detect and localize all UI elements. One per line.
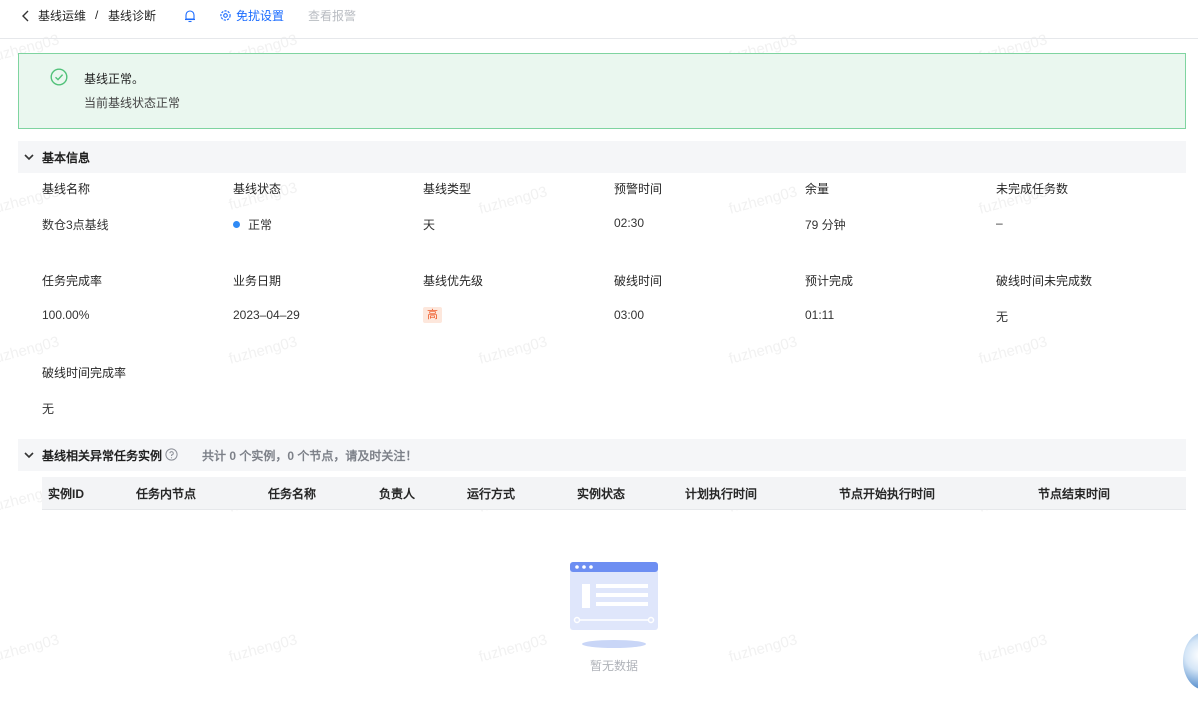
breadcrumb-item-baseline-diagnosis: 基线诊断	[108, 9, 157, 23]
watermark: fuzheng03	[476, 631, 550, 666]
breadcrumb-item-baseline-ops[interactable]: 基线运维	[38, 8, 86, 24]
field-label: 基线名称	[42, 182, 91, 196]
assistant-float-button[interactable]	[1183, 632, 1198, 690]
column-header-planned-time[interactable]: 计划执行时间	[685, 485, 757, 502]
watermark: fuzheng03	[476, 183, 550, 218]
column-header-instance-id[interactable]: 实例ID	[48, 485, 84, 502]
exempt-settings-button[interactable]: 免扰设置	[236, 8, 284, 24]
field-label: 预计完成	[805, 274, 854, 288]
break-unfinished-value: 无	[996, 310, 1009, 324]
watermark: fuzheng03	[226, 631, 300, 666]
break-completion-rate-value: 无	[42, 402, 55, 416]
field-label: 基线状态	[233, 182, 282, 196]
priority-tag: 高	[423, 307, 442, 323]
baseline-type-value: 天	[423, 218, 436, 232]
watermark: fuzheng03	[726, 333, 800, 368]
field-label: 任务完成率	[42, 274, 103, 288]
column-header-inner-node[interactable]: 任务内节点	[136, 485, 196, 502]
empty-state-text: 暂无数据	[590, 659, 639, 673]
abnormal-summary: 共计 0 个实例，0 个节点，请及时关注！	[202, 449, 418, 463]
completion-rate-value: 100.00%	[42, 308, 90, 322]
column-header-start-time[interactable]: 节点开始执行时间	[839, 485, 935, 502]
watermark: fuzheng03	[726, 631, 800, 666]
status-alert: 基线正常。 当前基线状态正常	[18, 53, 1186, 129]
unfinished-tasks-value: –	[996, 216, 1003, 230]
status-dot	[233, 221, 240, 228]
top-bar: 基线运维 / 基线诊断 免扰设置 查看报警	[0, 0, 1198, 39]
section-basic-info-header[interactable]: 基本信息	[18, 141, 1186, 173]
field-label: 破线时间完成率	[42, 366, 127, 380]
field-label: 预警时间	[614, 182, 663, 196]
column-header-run-mode[interactable]: 运行方式	[467, 485, 515, 502]
alert-description: 当前基线状态正常	[84, 96, 181, 110]
field-label: 基线优先级	[423, 274, 484, 288]
section-title: 基线相关异常任务实例	[42, 449, 163, 463]
gear-icon	[220, 10, 231, 21]
margin-value: 79 分钟	[805, 218, 846, 232]
baseline-name-value: 数仓3点基线	[42, 218, 109, 232]
baseline-status-value: 正常	[233, 216, 272, 233]
column-header-task-name[interactable]: 任务名称	[268, 485, 316, 502]
field-label: 破线时间未完成数	[996, 274, 1093, 288]
breadcrumb-separator: /	[95, 8, 99, 22]
field-label: 余量	[805, 182, 830, 196]
field-label: 破线时间	[614, 274, 663, 288]
field-label: 基线类型	[423, 182, 472, 196]
chevron-down-icon	[24, 452, 34, 459]
watermark: fuzheng03	[976, 631, 1050, 666]
check-circle-icon	[50, 68, 68, 86]
watermark: fuzheng03	[226, 333, 300, 368]
help-circle-icon[interactable]	[165, 448, 178, 461]
watermark: fuzheng03	[0, 333, 62, 368]
warning-time-value: 02:30	[614, 216, 645, 230]
field-label: 业务日期	[233, 274, 282, 288]
section-abnormal-tasks-header[interactable]: 基线相关异常任务实例 共计 0 个实例，0 个节点，请及时关注！	[18, 439, 1186, 471]
column-header-owner[interactable]: 负责人	[379, 485, 415, 502]
section-title: 基本信息	[42, 151, 91, 165]
field-label: 未完成任务数	[996, 182, 1069, 196]
business-date-value: 2023–04–29	[233, 308, 300, 322]
view-alerts-button[interactable]: 查看报警	[308, 8, 356, 24]
column-header-end-time[interactable]: 节点结束时间	[1038, 485, 1110, 502]
chevron-down-icon	[24, 154, 34, 161]
watermark: fuzheng03	[0, 631, 62, 666]
table-header: 实例ID 任务内节点 任务名称 负责人 运行方式 实例状态 计划执行时间 节点开…	[42, 477, 1186, 510]
status-text: 正常	[248, 218, 273, 232]
watermark: fuzheng03	[726, 183, 800, 218]
column-header-instance-status[interactable]: 实例状态	[577, 485, 625, 502]
watermark: fuzheng03	[976, 333, 1050, 368]
bell-icon[interactable]	[183, 9, 197, 23]
chevron-left-icon[interactable]	[20, 9, 32, 23]
break-time-value: 03:00	[614, 308, 645, 322]
expected-finish-value: 01:11	[805, 308, 835, 322]
watermark: fuzheng03	[476, 333, 550, 368]
alert-title: 基线正常。	[84, 72, 145, 86]
empty-state-illustration	[570, 562, 658, 648]
